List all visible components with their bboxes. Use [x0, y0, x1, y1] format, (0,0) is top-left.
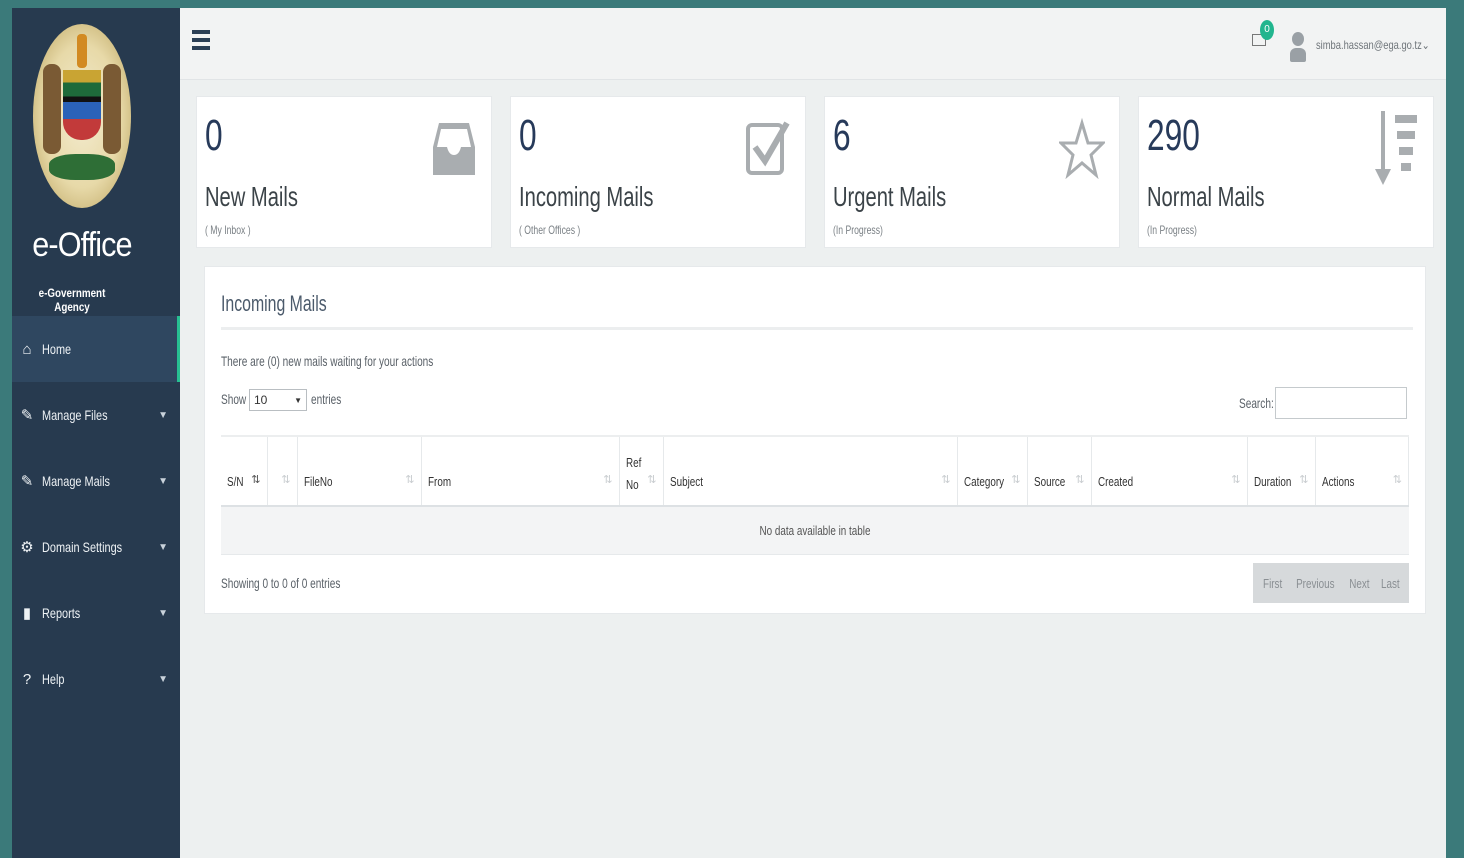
- pager-last[interactable]: Last: [1381, 576, 1400, 591]
- entries-value: 10: [254, 393, 268, 407]
- app-frame: e-Office e-Government Agency ⌂ Home ✎ Ma…: [12, 8, 1446, 858]
- stat-sub: (In Progress): [1147, 223, 1197, 237]
- edit-icon: ✎: [20, 407, 34, 424]
- panel-title: Incoming Mails: [221, 291, 327, 316]
- sidebar-item-reports[interactable]: ▮ Reports ▼: [12, 580, 180, 646]
- question-icon: ?: [22, 670, 32, 688]
- table-header-row: S/N ⇅ ⇅ FileNo ⇅ From ⇅ Ref No ⇅ Subject ⇅ Ca…: [221, 435, 1409, 507]
- app-title: e-Office: [32, 226, 132, 264]
- logo: [32, 24, 132, 208]
- sort-icon: ⇅: [1011, 474, 1021, 486]
- stat-sub: ( My Inbox ): [205, 223, 251, 237]
- user-avatar-icon[interactable]: [1290, 32, 1306, 62]
- sidebar-item-label: Reports: [42, 605, 81, 621]
- stat-card-normal-mails[interactable]: 290 Normal Mails (In Progress): [1138, 96, 1434, 248]
- sort-icon: ⇅: [251, 474, 261, 486]
- column-fileno[interactable]: FileNo ⇅: [297, 435, 422, 507]
- notification-badge: 0: [1260, 20, 1274, 40]
- sort-icon: ⇅: [647, 474, 657, 486]
- sidebar-item-label: Domain Settings: [42, 539, 123, 555]
- user-menu[interactable]: simba.hassan@ega.go.tz⌄: [1316, 38, 1430, 52]
- sort-icon: ⇅: [1075, 474, 1085, 486]
- sidebar-item-help[interactable]: ? Help ▼: [12, 646, 180, 712]
- empty-table-cell: No data available in table: [221, 506, 1409, 555]
- table-row: No data available in table: [221, 506, 1409, 555]
- stat-card-new-mails[interactable]: 0 New Mails ( My Inbox ): [196, 96, 492, 248]
- home-icon: ⌂: [22, 340, 32, 358]
- column-duration[interactable]: Duration ⇅: [1247, 435, 1316, 507]
- sidebar-item-label: Manage Mails: [42, 473, 110, 489]
- chevron-down-icon: ▼: [158, 475, 168, 487]
- entries-label: entries: [311, 391, 342, 407]
- sidebar-item-domain-settings[interactable]: ⚙ Domain Settings ▼: [12, 514, 180, 580]
- sort-icon: ⇅: [1392, 474, 1402, 486]
- stat-sub: ( Other Offices ): [519, 223, 581, 237]
- stat-card-urgent-mails[interactable]: 6 Urgent Mails (In Progress): [824, 96, 1120, 248]
- sort-icon: ⇅: [405, 474, 415, 486]
- sort-icon: ⇅: [603, 474, 613, 486]
- menu-toggle-icon[interactable]: [192, 30, 210, 56]
- stat-label: Incoming Mails: [519, 181, 654, 212]
- sort-icon: ⇅: [1299, 474, 1309, 486]
- dropdown-arrow-icon: ▼: [294, 395, 302, 405]
- top-header: 0 simba.hassan@ega.go.tz⌄: [180, 8, 1446, 80]
- stat-value: 0: [519, 111, 537, 160]
- sidebar-item-label: Help: [42, 671, 65, 687]
- stat-label: Normal Mails: [1147, 181, 1265, 212]
- stat-value: 0: [205, 111, 223, 160]
- chevron-down-icon: ▼: [158, 673, 168, 685]
- sort-icon: [1375, 111, 1417, 185]
- chevron-down-icon: ▼: [158, 607, 168, 619]
- sidebar: e-Office e-Government Agency ⌂ Home ✎ Ma…: [12, 8, 180, 858]
- table-info: Showing 0 to 0 of 0 entries: [221, 575, 341, 591]
- user-email: simba.hassan@ega.go.tz: [1316, 38, 1422, 52]
- column-from[interactable]: From ⇅: [421, 435, 620, 507]
- search-label: Search:: [1239, 395, 1274, 411]
- sidebar-nav: ⌂ Home ✎ Manage Files ▼ ✎ Manage Mails ▼…: [12, 316, 180, 712]
- mails-table: S/N ⇅ ⇅ FileNo ⇅ From ⇅ Ref No ⇅ Subject ⇅ Ca…: [221, 435, 1409, 555]
- gear-icon: ⚙: [20, 539, 34, 556]
- column-sn[interactable]: S/N ⇅: [221, 435, 268, 507]
- column-ref-no[interactable]: Ref No ⇅: [619, 435, 664, 507]
- stat-label: Urgent Mails: [833, 181, 947, 212]
- stat-value: 6: [833, 111, 851, 160]
- sidebar-item-home[interactable]: ⌂ Home: [12, 316, 180, 382]
- column-actions[interactable]: Actions ⇅: [1315, 435, 1409, 507]
- pagination: First Previous Next Last: [1253, 563, 1409, 603]
- sidebar-item-manage-files[interactable]: ✎ Manage Files ▼: [12, 382, 180, 448]
- incoming-mails-panel: Incoming Mails There are (0) new mails w…: [204, 266, 1426, 614]
- pager-first[interactable]: First: [1263, 576, 1282, 591]
- sort-icon: ⇅: [281, 474, 291, 486]
- app-subtitle: e-Government Agency: [38, 286, 106, 314]
- edit-icon: ✎: [20, 473, 34, 490]
- sort-icon: ⇅: [941, 474, 951, 486]
- chevron-down-icon: ▼: [158, 541, 168, 553]
- stat-sub: (In Progress): [833, 223, 883, 237]
- column-source[interactable]: Source ⇅: [1027, 435, 1092, 507]
- column-created[interactable]: Created ⇅: [1091, 435, 1248, 507]
- stat-value: 290: [1147, 111, 1200, 160]
- sidebar-item-label: Home: [42, 341, 72, 357]
- stat-label: New Mails: [205, 181, 298, 212]
- column-subject[interactable]: Subject ⇅: [663, 435, 958, 507]
- show-label: Show: [221, 391, 247, 407]
- column-category[interactable]: Category ⇅: [957, 435, 1028, 507]
- inbox-icon: [433, 123, 475, 175]
- bar-chart-icon: ▮: [22, 605, 32, 622]
- sidebar-item-label: Manage Files: [42, 407, 108, 423]
- sort-icon: ⇅: [1231, 474, 1241, 486]
- stat-card-incoming-mails[interactable]: 0 Incoming Mails ( Other Offices ): [510, 96, 806, 248]
- checkbox-icon: [746, 121, 790, 175]
- pager-next[interactable]: Next: [1349, 576, 1369, 591]
- star-icon: [1059, 117, 1105, 179]
- coat-of-arms-logo: [33, 24, 131, 208]
- pager-previous[interactable]: Previous: [1296, 576, 1334, 591]
- divider: [221, 327, 1413, 330]
- search-input[interactable]: [1275, 387, 1407, 419]
- column-blank[interactable]: ⇅: [267, 435, 298, 507]
- pending-message: There are (0) new mails waiting for your…: [221, 353, 434, 369]
- sidebar-item-manage-mails[interactable]: ✎ Manage Mails ▼: [12, 448, 180, 514]
- chevron-down-icon: ▼: [158, 409, 168, 421]
- entries-select[interactable]: 10 ▼: [249, 389, 307, 411]
